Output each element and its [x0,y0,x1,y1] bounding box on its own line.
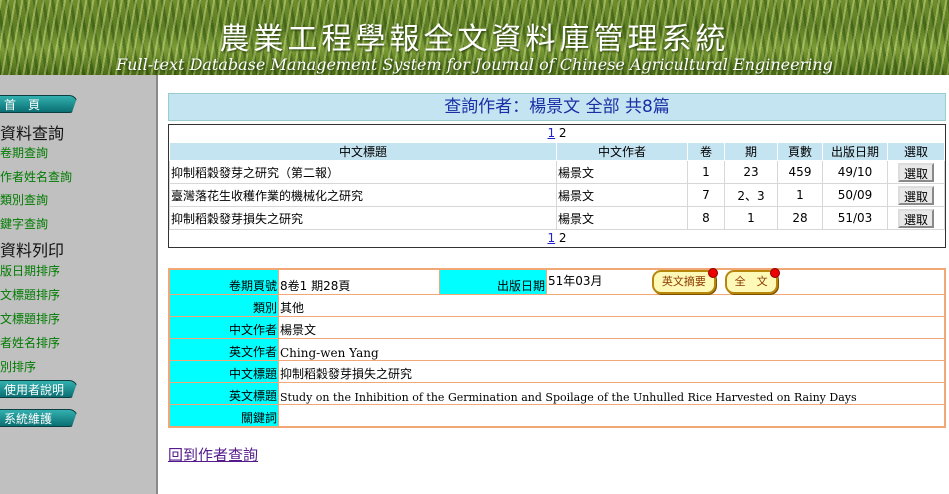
sidebar-maintenance-button[interactable]: 系統維護 [0,409,78,427]
detail-row-volume: 卷期頁號 8卷1 期28頁 出版日期 51年03月 英文摘要 全 文 [168,268,946,295]
pager-page-1[interactable]: 1 [547,231,555,245]
pager-bottom: 1 2 [169,230,945,247]
result-title: 查詢作者：楊景文 全部 共8篇 [168,93,946,121]
detail-table: 卷期頁號 8卷1 期28頁 出版日期 51年03月 英文摘要 全 文 類別 其他… [168,268,946,428]
cell-date: 49/10 [822,160,888,184]
detail-row-category: 類別 其他 [168,294,946,317]
cell-date: 50/09 [822,183,888,207]
sidebar-print-heading: 資料列印 [0,241,65,260]
detail-row-cn-author: 中文作者 楊景文 [168,316,946,339]
cell-select: 選取 [887,206,945,230]
detail-value-en-author: Ching-wen Yang [278,338,946,361]
select-button[interactable]: 選取 [897,162,934,182]
english-abstract-label: 英文摘要 [661,275,706,288]
sidebar-link-sort-category[interactable]: 別排序 [0,358,36,375]
back-to-author-query-link[interactable]: 回到作者查詢 [168,444,258,465]
header-banner: 農業工程學報全文資料庫管理系統 Full-text Database Manag… [0,0,949,75]
col-pages: 頁數 [777,142,823,161]
cell-volume: 7 [687,183,725,207]
col-select: 選取 [887,142,945,161]
sidebar-link-author-query[interactable]: 作者姓名查詢 [0,168,72,185]
detail-value-category: 其他 [278,294,946,317]
cell-select: 選取 [887,183,945,207]
cell-pages: 1 [777,183,823,207]
select-button[interactable]: 選取 [897,208,934,228]
red-dot-icon [707,268,718,278]
sidebar-query-heading: 資料查詢 [0,124,65,143]
col-volume: 卷 [687,142,725,161]
full-text-button[interactable]: 全 文 [724,268,780,294]
cell-select: 選取 [887,160,945,184]
detail-value-cn-title: 抑制稻穀發芽損失之研究 [278,360,946,383]
cell-author: 楊景文 [556,183,688,207]
detail-label-category: 類別 [168,294,279,317]
sidebar-link-sort-date[interactable]: 版日期排序 [0,262,60,279]
sidebar-user-guide-button[interactable]: 使用者說明 [0,380,78,398]
pager-page-2[interactable]: 2 [559,231,567,245]
cell-issue: 1 [724,206,778,230]
col-date: 出版日期 [822,142,888,161]
sidebar-home-button[interactable]: 首 頁 [0,95,78,113]
result-box: 1 2 中文標題 中文作者 卷 期 頁數 出版日期 選取 抑制稻穀發芽之研究（第… [168,124,946,248]
detail-value-date: 51年03月 [548,274,603,288]
detail-row-en-author: 英文作者 Ching-wen Yang [168,338,946,361]
table-row: 臺灣落花生收穫作業的機械化之研究 楊景文 7 2、3 1 50/09 選取 [169,183,945,207]
detail-label-en-author: 英文作者 [168,338,279,361]
banner-title-english: Full-text Database Management System for… [116,55,833,74]
sidebar-link-keyword-query[interactable]: 鍵字查詢 [0,215,48,232]
detail-label-cn-author: 中文作者 [168,316,279,339]
detail-row-cn-title: 中文標題 抑制稻穀發芽損失之研究 [168,360,946,383]
cell-volume: 1 [687,160,725,184]
cell-date: 51/03 [822,206,888,230]
result-table: 中文標題 中文作者 卷 期 頁數 出版日期 選取 抑制稻穀發芽之研究（第二報） … [169,142,945,230]
col-cn-title: 中文標題 [169,142,557,161]
sidebar-link-volume-query[interactable]: 卷期查詢 [0,144,48,161]
col-cn-author: 中文作者 [556,142,688,161]
pager-page-2[interactable]: 2 [559,126,567,140]
pager-page-1[interactable]: 1 [547,126,555,140]
cell-pages: 28 [777,206,823,230]
table-header-row: 中文標題 中文作者 卷 期 頁數 出版日期 選取 [169,142,945,161]
detail-label-cn-title: 中文標題 [168,360,279,383]
cell-issue: 23 [724,160,778,184]
detail-value-volume: 8卷1 期28頁 [278,268,440,295]
table-row: 抑制稻穀發芽之研究（第二報） 楊景文 1 23 459 49/10 選取 [169,160,945,184]
detail-label-date: 出版日期 [439,268,547,295]
detail-row-keywords: 關鍵詞 [168,404,946,428]
detail-row-en-title: 英文標題 Study on the Inhibition of the Germ… [168,382,946,405]
detail-value-keywords [278,404,946,428]
detail-value-en-title: Study on the Inhibition of the Germinati… [278,382,946,405]
sidebar-link-sort-cn-title[interactable]: 文標題排序 [0,286,60,303]
cell-title: 抑制稻穀發芽之研究（第二報） [169,160,557,184]
cell-author: 楊景文 [556,206,688,230]
cell-issue: 2、3 [724,183,778,207]
select-button[interactable]: 選取 [897,185,934,205]
table-row: 抑制稻穀發芽損失之研究 楊景文 8 1 28 51/03 選取 [169,206,945,230]
cell-author: 楊景文 [556,160,688,184]
sidebar: 首 頁 資料查詢 卷期查詢 作者姓名查詢 類別查詢 鍵字查詢 資料列印 版日期排… [0,75,158,494]
english-abstract-button[interactable]: 英文摘要 [651,268,718,294]
detail-label-volume: 卷期頁號 [168,268,279,295]
full-text-label: 全 文 [734,275,768,288]
cell-title: 臺灣落花生收穫作業的機械化之研究 [169,183,557,207]
detail-label-en-title: 英文標題 [168,382,279,405]
detail-value-cn-author: 楊景文 [278,316,946,339]
pager-top: 1 2 [169,125,945,142]
sidebar-link-sort-en-title[interactable]: 文標題排序 [0,310,60,327]
detail-label-keywords: 關鍵詞 [168,404,279,428]
sidebar-link-category-query[interactable]: 類別查詢 [0,191,48,208]
banner-title-chinese: 農業工程學報全文資料庫管理系統 [219,22,730,57]
sidebar-link-sort-author[interactable]: 者姓名排序 [0,334,60,351]
red-dot-icon [769,268,780,278]
main-content: 查詢作者：楊景文 全部 共8篇 1 2 中文標題 中文作者 卷 期 頁數 出版日… [168,93,946,465]
cell-pages: 459 [777,160,823,184]
cell-title: 抑制稻穀發芽損失之研究 [169,206,557,230]
col-issue: 期 [724,142,778,161]
detail-value-date-cell: 51年03月 英文摘要 全 文 [546,268,946,295]
cell-volume: 8 [687,206,725,230]
